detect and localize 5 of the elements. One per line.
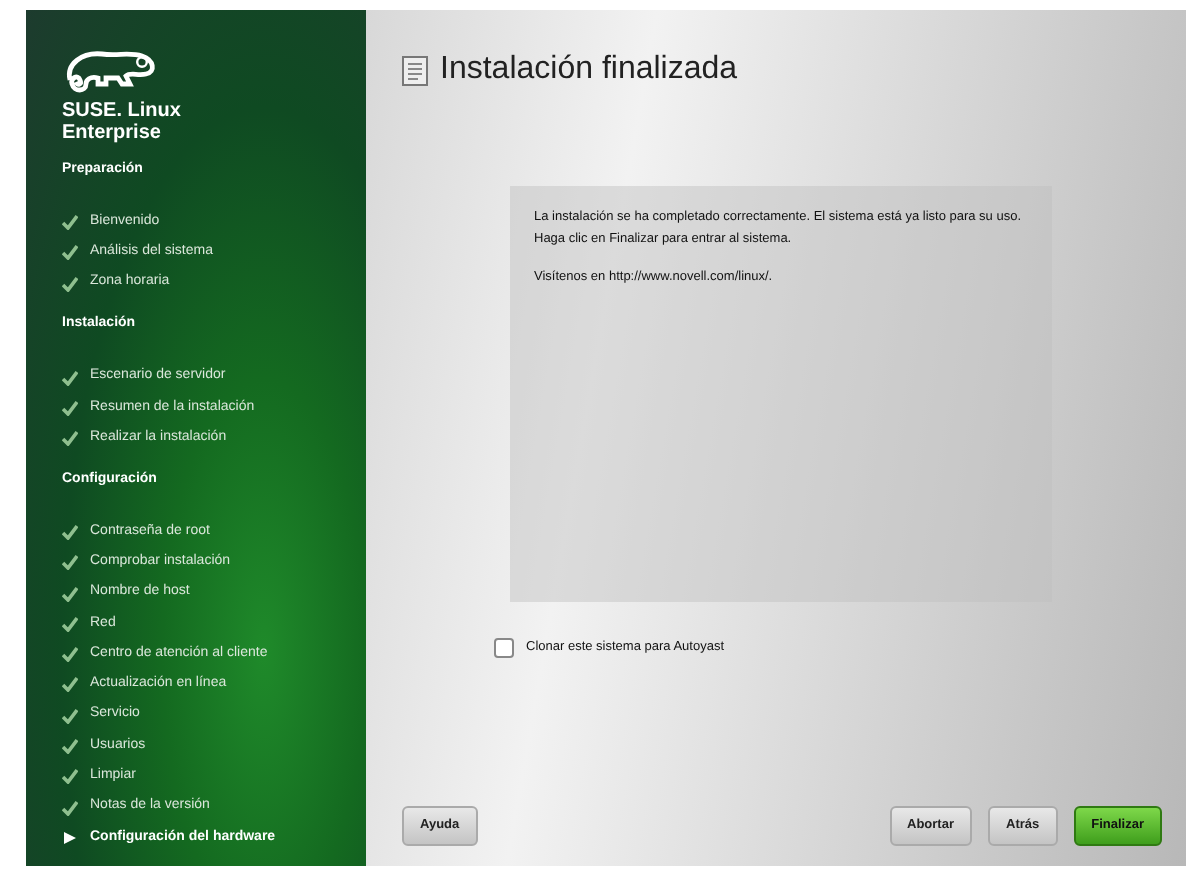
- brand-name: Enterprise: [62, 122, 163, 144]
- document-icon: [402, 55, 428, 85]
- page-title: Instalación finalizada: [440, 50, 738, 90]
- brand-name: SUSE. Linux: [62, 100, 183, 122]
- checkbox[interactable]: [494, 638, 514, 658]
